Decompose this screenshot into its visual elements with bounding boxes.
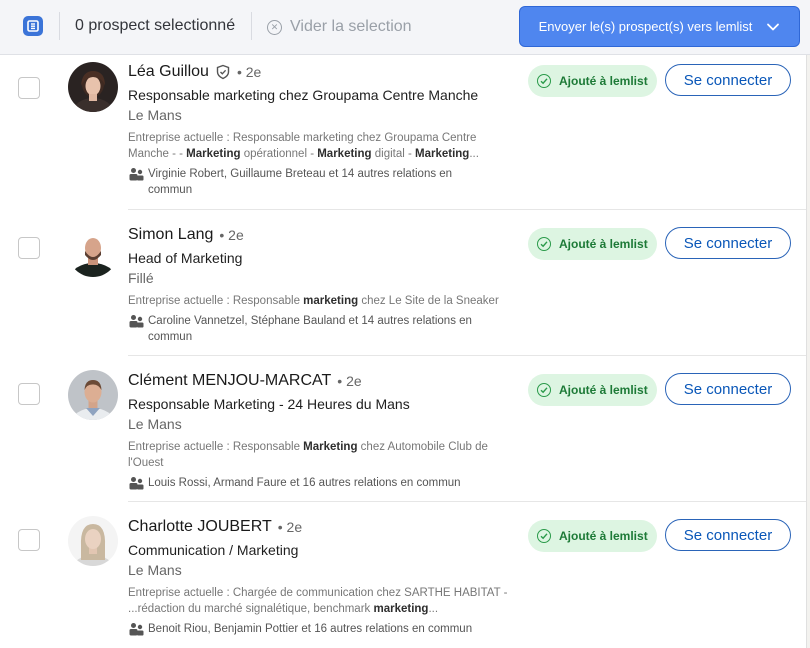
company-text: ... — [428, 603, 439, 615]
check-circle-icon — [537, 237, 551, 251]
people-icon — [129, 623, 144, 636]
prospect-location: Le Mans — [128, 562, 182, 578]
avatar[interactable] — [68, 62, 118, 112]
close-circle-icon: ✕ — [267, 19, 282, 35]
current-company: Entreprise actuelle : Chargée de communi… — [128, 585, 513, 617]
lemlist-logo-icon[interactable] — [23, 16, 43, 36]
people-icon — [129, 168, 144, 181]
selected-count: 0 prospect selectionné — [75, 17, 236, 34]
chevron-down-icon — [767, 23, 780, 30]
check-circle-icon — [537, 74, 551, 88]
added-badge-label: Ajouté à lemlist — [559, 529, 648, 543]
company-text: ... — [469, 148, 479, 160]
prospect-name-line: Clément MENJOU-MARCAT • 2e — [128, 372, 362, 390]
check-circle-icon — [537, 529, 551, 543]
mutual-relations[interactable]: Louis Rossi, Armand Faure et 16 autres r… — [128, 475, 498, 491]
mutual-relations-text: Caroline Vannetzel, Stéphane Bauland et … — [148, 315, 472, 343]
mutual-relations-text: Benoit Riou, Benjamin Pottier et 16 autr… — [148, 623, 473, 635]
prospect-checkbox[interactable] — [18, 77, 40, 99]
added-badge-label: Ajouté à lemlist — [559, 237, 648, 251]
prospect-row: Simon Lang • 2e Head of Marketing Fillé … — [0, 210, 806, 356]
company-text: Entreprise actuelle : Responsable — [128, 295, 304, 307]
keyword-highlight: Marketing — [303, 441, 358, 453]
clear-selection-button[interactable]: ✕ Vider la selection — [267, 16, 412, 38]
toolbar-divider — [59, 12, 60, 40]
prospect-headline: Responsable marketing chez Groupama Cent… — [128, 87, 479, 103]
mutual-relations-text: Louis Rossi, Armand Faure et 16 autres r… — [148, 477, 461, 489]
company-text: Entreprise actuelle : Chargée de communi… — [128, 587, 508, 615]
connection-degree: • 2e — [277, 519, 303, 535]
clear-selection-label: Vider la selection — [290, 18, 412, 35]
mutual-relations[interactable]: Benoit Riou, Benjamin Pottier et 16 autr… — [128, 621, 498, 637]
connection-degree: • 2e — [337, 373, 362, 389]
mutual-relations[interactable]: Caroline Vannetzel, Stéphane Bauland et … — [128, 313, 498, 345]
people-icon — [129, 477, 144, 490]
prospect-name-line: Simon Lang • 2e — [128, 226, 244, 244]
current-company: Entreprise actuelle : Responsable Market… — [128, 439, 513, 471]
prospect-name-line: Léa Guillou • 2e — [128, 63, 261, 81]
check-circle-icon — [537, 383, 551, 397]
connection-degree: • 2e — [219, 227, 244, 243]
connect-button[interactable]: Se connecter — [665, 64, 791, 96]
connect-button[interactable]: Se connecter — [665, 519, 791, 551]
prospect-name-line: Charlotte JOUBERT • 2e — [128, 518, 302, 536]
prospect-location: Fillé — [128, 270, 154, 286]
toolbar-divider — [251, 12, 252, 40]
prospect-headline: Responsable Marketing - 24 Heures du Man… — [128, 396, 410, 412]
send-to-lemlist-button[interactable]: Envoyer le(s) prospect(s) vers lemlist — [519, 6, 800, 47]
prospect-checkbox[interactable] — [18, 529, 40, 551]
keyword-highlight: Marketing — [186, 148, 241, 160]
keyword-highlight: Marketing — [415, 148, 470, 160]
prospect-location: Le Mans — [128, 416, 182, 432]
keyword-highlight: marketing — [373, 603, 429, 615]
send-to-lemlist-label: Envoyer le(s) prospect(s) vers lemlist — [538, 19, 753, 34]
company-text: Entreprise actuelle : Responsable — [128, 441, 304, 453]
added-to-lemlist-badge: Ajouté à lemlist — [528, 65, 657, 97]
added-badge-label: Ajouté à lemlist — [559, 383, 648, 397]
company-text: opérationnel - — [240, 148, 318, 160]
prospect-checkbox[interactable] — [18, 383, 40, 405]
current-company: Entreprise actuelle : Responsable market… — [128, 293, 513, 309]
connect-button[interactable]: Se connecter — [665, 373, 791, 405]
prospect-checkbox[interactable] — [18, 237, 40, 259]
prospect-location: Le Mans — [128, 107, 182, 123]
mutual-relations-text: Virginie Robert, Guillaume Breteau et 14… — [148, 168, 453, 196]
added-to-lemlist-badge: Ajouté à lemlist — [528, 374, 657, 406]
added-to-lemlist-badge: Ajouté à lemlist — [528, 228, 657, 260]
prospect-name[interactable]: Simon Lang — [128, 226, 213, 244]
connect-button[interactable]: Se connecter — [665, 227, 791, 259]
keyword-highlight: Marketing — [317, 148, 372, 160]
keyword-highlight: marketing — [303, 295, 359, 307]
prospect-headline: Head of Marketing — [128, 250, 243, 266]
people-icon — [129, 315, 144, 328]
prospect-row: Charlotte JOUBERT • 2e Communication / M… — [0, 502, 806, 648]
verified-shield-icon — [216, 64, 230, 80]
prospect-name[interactable]: Charlotte JOUBERT — [128, 518, 272, 536]
prospect-headline: Communication / Marketing — [128, 542, 299, 558]
added-to-lemlist-badge: Ajouté à lemlist — [528, 520, 657, 552]
connection-degree: • 2e — [236, 64, 262, 80]
company-text: chez Le Site de la Sneaker — [358, 295, 499, 307]
mutual-relations[interactable]: Virginie Robert, Guillaume Breteau et 14… — [128, 166, 498, 198]
added-badge-label: Ajouté à lemlist — [559, 74, 648, 88]
current-company: Entreprise actuelle : Responsable market… — [128, 130, 513, 162]
company-text: digital - — [371, 148, 416, 160]
prospect-row: Clément MENJOU-MARCAT • 2e Responsable M… — [0, 356, 806, 502]
prospect-row: Léa Guillou • 2e Responsable marketing c… — [0, 55, 806, 210]
prospect-name[interactable]: Léa Guillou — [128, 63, 209, 81]
selection-toolbar: 0 prospect selectionné ✕ Vider la select… — [0, 0, 810, 55]
prospect-list: Léa Guillou • 2e Responsable marketing c… — [0, 55, 807, 648]
prospect-name[interactable]: Clément MENJOU-MARCAT — [128, 372, 331, 390]
avatar[interactable] — [68, 227, 118, 277]
avatar[interactable] — [68, 516, 118, 566]
avatar[interactable] — [68, 370, 118, 420]
